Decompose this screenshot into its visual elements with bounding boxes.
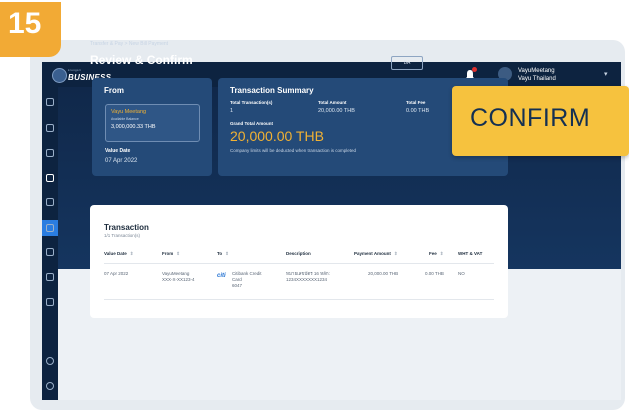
row-from-account: XXX-X-XX123-4 [162, 277, 195, 282]
col-value-date[interactable]: Value Date ⇕ [104, 251, 134, 257]
accounts-icon[interactable] [46, 124, 54, 132]
row-divider [104, 299, 494, 300]
fee-value: 0.00 THB [406, 108, 430, 114]
sort-icon: ⇕ [129, 251, 134, 256]
row-fee: 0.00 THB [425, 271, 444, 276]
row-value-date: 07 Apr 2022 [104, 271, 129, 276]
bank-logo-icon [52, 68, 67, 83]
page-title: Review & Confirm [90, 53, 193, 67]
back-button[interactable]: BA [391, 56, 423, 70]
limit-note: Company limits will be deducted when tra… [230, 148, 357, 153]
chevron-down-icon[interactable]: ▾ [604, 70, 608, 78]
transaction-card: Transaction 1/1 Transaction(s) Value Dat… [90, 205, 508, 318]
value-date: 07 Apr 2022 [105, 158, 138, 164]
from-heading: From [104, 86, 124, 95]
step-number: 15 [8, 7, 42, 40]
transaction-count: 1/1 Transaction(s) [104, 233, 141, 238]
amount-value: 20,000.00 THB [318, 108, 355, 114]
sort-icon: ⇕ [225, 251, 229, 256]
row-amount: 20,000.00 THB [368, 271, 399, 276]
grand-total-value: 20,000.00 THB [230, 128, 324, 144]
summary-heading: Transaction Summary [230, 86, 314, 95]
row-description: หมายเลขบัตร 16 หลัก: 1234XXXXXXX1234 [286, 271, 330, 283]
payroll-icon[interactable] [46, 224, 54, 232]
user-company: Vayu Thailand [518, 76, 556, 82]
settings-icon[interactable] [46, 357, 54, 365]
col-wht-vat: WHT & VAT [458, 251, 483, 256]
sort-icon: ⇕ [176, 251, 181, 256]
count-value: 1 [230, 108, 234, 114]
brand-sub: krungsri [68, 68, 82, 72]
step-badge: 15 [0, 2, 61, 57]
col-description: Description [286, 251, 311, 256]
amount-label: Total Amount [318, 100, 347, 105]
sort-icon: ⇕ [439, 251, 444, 256]
col-fee[interactable]: Fee ⇕ [429, 251, 444, 257]
logout-icon[interactable] [46, 382, 54, 390]
from-account: Vayu Meetang Available Balance 3,000,000… [105, 104, 200, 142]
breadcrumb[interactable]: Transfer & Pay > New Bill Payment [90, 41, 168, 47]
col-from[interactable]: From ⇕ [162, 251, 180, 257]
transaction-heading: Transaction [104, 223, 149, 232]
transfer-icon[interactable] [46, 174, 54, 182]
count-label: Total Transaction(s) [230, 100, 273, 105]
user-info[interactable]: VayuMeetang Vayu Thailand [518, 67, 556, 83]
citi-logo-icon: citi [217, 273, 226, 279]
fee-label: Total Fee [406, 100, 426, 105]
users-icon[interactable] [46, 273, 54, 281]
row-to-number: 6047 [232, 283, 243, 288]
col-payment-amount[interactable]: Payment Amount ⇕ [354, 251, 398, 257]
value-date-label: Value Date [105, 148, 131, 154]
home-icon[interactable] [46, 98, 54, 106]
balance-value: 3,000,000.33 THB [111, 124, 156, 130]
sidebar [42, 87, 58, 400]
grand-total-label: Grand Total Amount [230, 121, 273, 126]
col-to[interactable]: To ⇕ [217, 251, 229, 257]
account-name: Vayu Meetang [111, 109, 147, 115]
row-wht: NO [458, 271, 465, 276]
user-name: VayuMeetang [518, 68, 555, 74]
header-divider [104, 263, 494, 264]
row-to: Citibank Credit Card 6047 [232, 271, 262, 289]
row-desc-value: 1234XXXXXXX1234 [286, 277, 328, 282]
document-icon[interactable] [46, 248, 54, 256]
card-icon[interactable] [46, 149, 54, 157]
notification-dot [472, 67, 477, 72]
balance-label: Available Balance [111, 117, 139, 121]
bill-icon[interactable] [46, 198, 54, 206]
callout-label: CONFIRM [470, 104, 591, 132]
confirm-callout: CONFIRM [452, 86, 629, 156]
history-icon[interactable] [46, 298, 54, 306]
row-from: VayuMeetang XXX-X-XX123-4 [162, 271, 195, 283]
from-card: From Vayu Meetang Available Balance 3,00… [92, 78, 212, 176]
sort-icon: ⇕ [393, 251, 398, 256]
